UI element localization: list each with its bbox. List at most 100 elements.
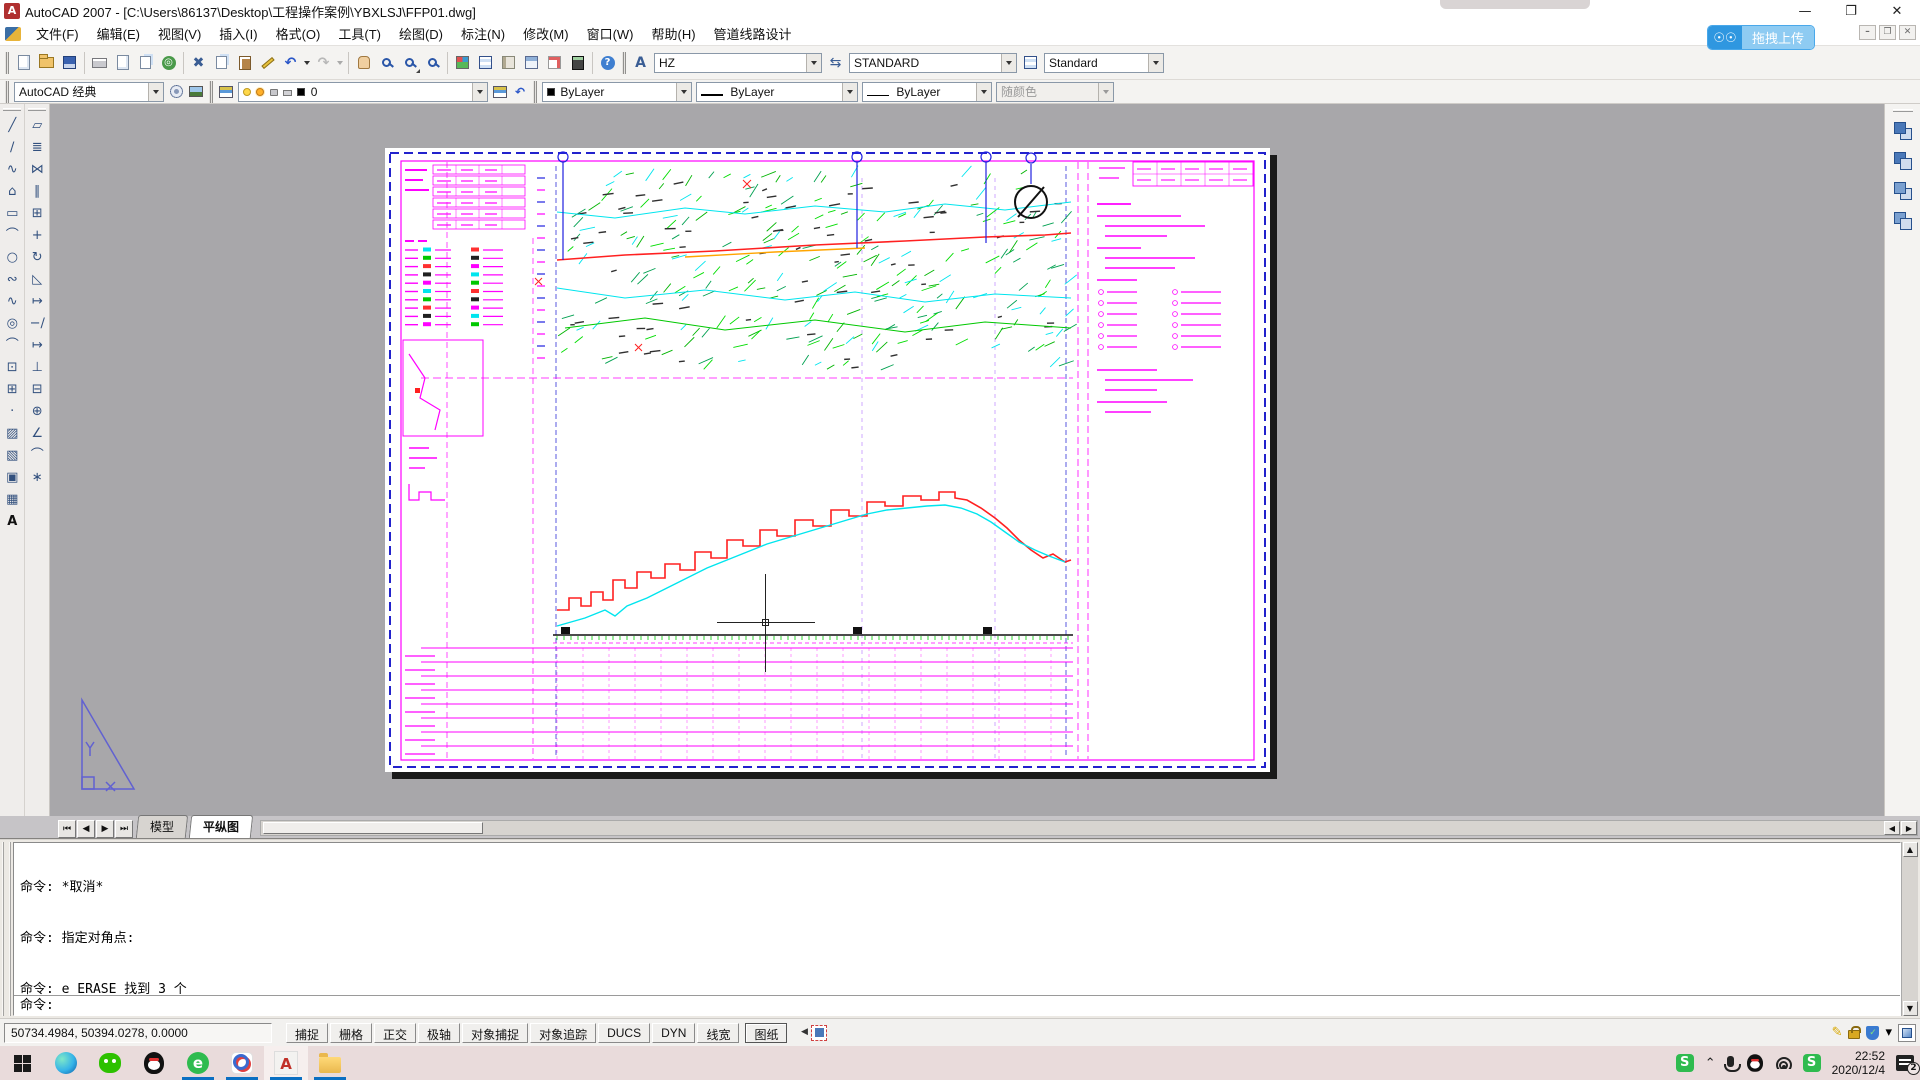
extend-button[interactable]: ↦ xyxy=(26,334,48,356)
etransmit-button[interactable]: ◎ xyxy=(157,51,180,74)
hatch-button[interactable]: ▨ xyxy=(1,422,23,444)
tray-expand-icon[interactable]: ⌃ xyxy=(1705,1057,1716,1070)
cut-button[interactable]: ✖︎ xyxy=(187,51,210,74)
match-properties-button[interactable] xyxy=(256,51,279,74)
dim-style-button[interactable]: ⇆ xyxy=(824,51,847,74)
zoom-previous-button[interactable] xyxy=(421,51,444,74)
redo-button[interactable]: ↷ xyxy=(312,51,335,74)
trim-button[interactable]: −∕ xyxy=(26,312,48,334)
make-layer-current-button[interactable] xyxy=(490,82,510,102)
zoom-realtime-button[interactable] xyxy=(375,51,398,74)
toolbar-grip[interactable] xyxy=(209,81,213,103)
undo-dropdown[interactable] xyxy=(302,61,312,65)
menu-help[interactable]: 帮助(H) xyxy=(643,21,705,46)
text-style-button[interactable]: A xyxy=(629,51,652,74)
menu-draw[interactable]: 绘图(D) xyxy=(390,21,452,46)
designcenter-button[interactable] xyxy=(474,51,497,74)
sheet-set-button[interactable] xyxy=(520,51,543,74)
gradient-button[interactable]: ▧ xyxy=(1,444,23,466)
snap-toggle[interactable]: 捕捉 xyxy=(286,1023,328,1043)
new-button[interactable] xyxy=(12,51,35,74)
taskbar-qq[interactable] xyxy=(132,1046,176,1080)
start-button[interactable] xyxy=(0,1046,44,1080)
next-tab-button[interactable]: ▶ xyxy=(96,820,114,838)
menu-modify[interactable]: 修改(M) xyxy=(514,21,578,46)
menu-view[interactable]: 视图(V) xyxy=(149,21,210,46)
zoom-window-button[interactable] xyxy=(398,51,421,74)
linetype-combo[interactable]: ByLayer xyxy=(696,82,858,102)
last-tab-button[interactable]: ⏭ xyxy=(115,820,133,838)
combo-arrow-icon[interactable] xyxy=(842,83,857,101)
undo-button[interactable]: ↶ xyxy=(279,51,302,74)
ducs-toggle[interactable]: DUCS xyxy=(598,1023,650,1043)
command-history[interactable]: 命令: *取消* 命令: 指定对角点: 命令: e ERASE 找到 3 个 命… xyxy=(14,843,1900,995)
workspace-settings-button[interactable] xyxy=(166,82,186,102)
layer-properties-button[interactable] xyxy=(216,82,236,102)
status-menu-arrow-icon[interactable]: ▾ xyxy=(1885,1026,1892,1039)
minimize-button[interactable]: — xyxy=(1782,0,1828,22)
rotate-button[interactable]: ↻ xyxy=(26,246,48,268)
taskbar-wechat[interactable] xyxy=(88,1046,132,1080)
trusted-autodesk-icon[interactable]: ✓ xyxy=(1866,1026,1879,1040)
drag-upload-button[interactable]: ☉☉ 拖拽上传 xyxy=(1707,25,1815,50)
menu-dimension[interactable]: 标注(N) xyxy=(452,21,514,46)
hscroll-thumb[interactable] xyxy=(263,822,483,834)
combo-arrow-icon[interactable] xyxy=(806,54,821,72)
move-button[interactable]: + xyxy=(26,224,48,246)
polar-toggle[interactable]: 极轴 xyxy=(418,1023,460,1043)
network-icon[interactable] xyxy=(1776,1057,1792,1069)
layer-combo[interactable]: 0 xyxy=(238,82,488,102)
insert-block-button[interactable]: ⊡ xyxy=(1,356,23,378)
toolbar-grip[interactable] xyxy=(28,108,46,111)
menu-insert[interactable]: 插入(I) xyxy=(210,21,266,46)
mirror-button[interactable]: ⋈ xyxy=(26,158,48,180)
erase-button[interactable]: ▱ xyxy=(26,114,48,136)
taskbar-explorer[interactable] xyxy=(308,1046,352,1080)
tray-s2-app-icon[interactable]: S xyxy=(1803,1054,1821,1072)
text-style-combo[interactable]: HZ xyxy=(654,53,822,73)
workspace-combo[interactable]: AutoCAD 经典 xyxy=(14,82,164,102)
paste-button[interactable] xyxy=(233,51,256,74)
chamfer-button[interactable]: ∠ xyxy=(26,422,48,444)
redo-dropdown[interactable] xyxy=(335,61,345,65)
taskbar-edge[interactable] xyxy=(44,1046,88,1080)
send-to-back-button[interactable] xyxy=(1889,148,1917,174)
combo-arrow-icon[interactable] xyxy=(148,83,163,101)
menu-pipeline-design[interactable]: 管道线路设计 xyxy=(705,21,801,46)
table-style-button[interactable] xyxy=(1019,51,1042,74)
table-button[interactable]: ▦ xyxy=(1,488,23,510)
taskbar-clock[interactable]: 22:52 2020/12/4 xyxy=(1832,1049,1885,1077)
dyn-toggle[interactable]: DYN xyxy=(652,1023,695,1043)
first-tab-button[interactable]: ⏮ xyxy=(58,820,76,838)
arc-button[interactable]: ⌒ xyxy=(1,224,23,246)
clean-screen-button[interactable] xyxy=(1898,1024,1916,1042)
tray-s-app-icon[interactable]: S xyxy=(1676,1054,1694,1072)
combo-arrow-icon[interactable] xyxy=(1001,54,1016,72)
point-button[interactable]: · xyxy=(1,400,23,422)
dim-style-combo[interactable]: STANDARD xyxy=(849,53,1017,73)
explode-button[interactable]: ∗ xyxy=(26,466,48,488)
fillet-button[interactable]: ⌒ xyxy=(26,444,48,466)
multiline-text-button[interactable]: A xyxy=(1,510,23,532)
offset-button[interactable]: ∥ xyxy=(26,180,48,202)
ellipse-arc-button[interactable]: ⌒ xyxy=(1,334,23,356)
notification-center-icon[interactable]: 2 xyxy=(1896,1055,1914,1071)
toolbar-grip[interactable] xyxy=(622,52,626,74)
taskbar-360-browser[interactable]: e xyxy=(176,1046,220,1080)
close-button[interactable]: ✕ xyxy=(1874,0,1920,22)
copy-button[interactable] xyxy=(210,51,233,74)
horizontal-scrollbar[interactable]: ◀ ▶ xyxy=(260,820,1918,836)
command-window-grip[interactable] xyxy=(2,842,11,1016)
join-button[interactable]: ⊕ xyxy=(26,400,48,422)
polygon-button[interactable]: ⌂ xyxy=(1,180,23,202)
prev-tab-button[interactable]: ◀ xyxy=(77,820,95,838)
combo-arrow-icon[interactable] xyxy=(976,83,991,101)
microphone-icon[interactable] xyxy=(1727,1056,1734,1067)
menu-file[interactable]: 文件(F) xyxy=(27,21,88,46)
toolbar-lock-icon[interactable] xyxy=(1848,1030,1860,1039)
taskbar-rings-app[interactable] xyxy=(220,1046,264,1080)
construction-line-button[interactable]: ∕ xyxy=(1,136,23,158)
menu-tools[interactable]: 工具(T) xyxy=(329,21,390,46)
line-button[interactable]: ╱ xyxy=(1,114,23,136)
help-button[interactable]: ? xyxy=(596,51,619,74)
